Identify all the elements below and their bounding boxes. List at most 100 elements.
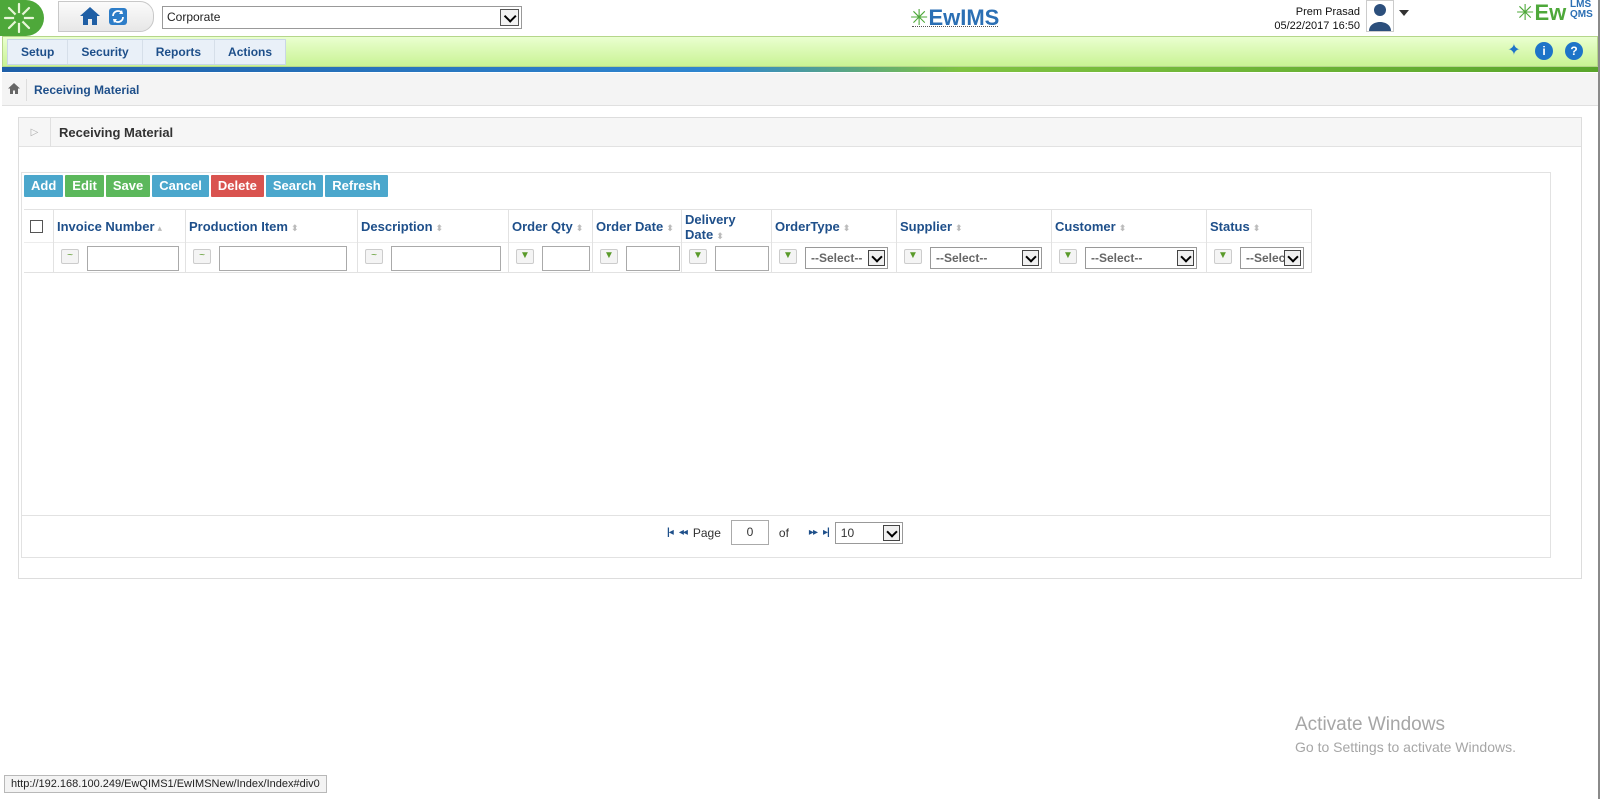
filter-funnel-icon[interactable]: ▼ <box>904 249 922 264</box>
column-header[interactable]: Customer ⬍ <box>1055 219 1126 236</box>
last-page-icon[interactable]: ▸| <box>823 527 830 538</box>
production-item-filter-input[interactable] <box>219 246 347 271</box>
filter-funnel-icon[interactable]: ▼ <box>689 249 707 264</box>
chevron-down-icon[interactable] <box>500 9 519 26</box>
order-qty-filter-input[interactable] <box>542 246 590 271</box>
chevron-down-icon[interactable] <box>1022 250 1039 266</box>
chevron-down-icon[interactable] <box>868 250 885 266</box>
first-page-icon[interactable]: |◂ <box>667 527 674 538</box>
filter-approx-icon[interactable]: ~ <box>193 249 211 264</box>
user-avatar-icon[interactable] <box>1366 0 1394 32</box>
filter-approx-icon[interactable]: ~ <box>365 249 383 264</box>
company-select-value: Corporate <box>167 10 221 24</box>
sort-icon[interactable]: ⬍ <box>1119 223 1127 233</box>
user-menu-caret-icon[interactable] <box>1399 10 1409 16</box>
column-invoice-number: Invoice Number ▴ ~ <box>54 210 186 272</box>
column-header[interactable]: Order Qty ⬍ <box>512 219 583 236</box>
order-date-filter-input[interactable] <box>626 246 680 271</box>
sort-icon[interactable]: ⬍ <box>291 223 299 233</box>
ordertype-filter-select[interactable]: --Select-- <box>805 247 888 269</box>
column-status: Status ⬍ ▼ --Select-- <box>1207 210 1312 272</box>
description-filter-input[interactable] <box>391 246 501 271</box>
select-value: --Select-- <box>936 251 988 265</box>
home-icon[interactable] <box>79 6 101 29</box>
color-divider <box>2 67 1598 72</box>
grid: Add Edit Save Cancel Delete Search Refre… <box>21 172 1551 558</box>
refresh-icon[interactable] <box>109 8 127 28</box>
column-order-date: Order Date ⬍ ▼ <box>593 210 682 272</box>
right-logo-small: LMS QMS <box>1570 0 1593 20</box>
column-header[interactable]: Description ⬍ <box>361 219 443 236</box>
menu-item-actions[interactable]: Actions <box>215 40 285 64</box>
column-header[interactable]: Status ⬍ <box>1210 219 1260 236</box>
sort-icon[interactable]: ⬍ <box>1253 223 1261 233</box>
status-filter-select[interactable]: --Select-- <box>1240 247 1304 269</box>
supplier-filter-select[interactable]: --Select-- <box>930 247 1042 269</box>
column-customer: Customer ⬍ ▼ --Select-- <box>1052 210 1207 272</box>
sort-icon[interactable]: ⬍ <box>843 223 851 233</box>
menu-item-security[interactable]: Security <box>68 40 143 64</box>
filter-funnel-icon[interactable]: ▼ <box>1214 249 1232 264</box>
refresh-button[interactable]: Refresh <box>325 175 388 197</box>
column-ordertype: OrderType ⬍ ▼ --Select-- <box>772 210 897 272</box>
ewqms-logo: ✳Ew LMS QMS <box>1516 0 1593 25</box>
column-header[interactable]: Invoice Number ▴ <box>57 219 162 236</box>
menu-item-setup[interactable]: Setup <box>8 40 69 64</box>
page-number-input[interactable]: 0 <box>730 520 769 545</box>
pin-icon[interactable]: ✦ <box>1505 42 1523 60</box>
quick-icons-tab <box>58 1 154 32</box>
column-header[interactable]: Delivery Date ⬍ <box>685 212 755 244</box>
column-description: Description ⬍ ~ <box>358 210 509 272</box>
page-size-select[interactable]: 10 <box>834 521 903 544</box>
next-page-icon[interactable]: ▸▸ <box>809 527 818 538</box>
column-label: Delivery Date <box>685 212 736 242</box>
page-size-value: 10 <box>840 525 855 540</box>
save-button[interactable]: Save <box>105 175 151 197</box>
filter-funnel-icon[interactable]: ▼ <box>516 249 534 264</box>
filter-funnel-icon[interactable]: ▼ <box>779 249 797 264</box>
info-icon[interactable]: i <box>1535 42 1553 60</box>
chevron-down-icon[interactable] <box>882 524 900 541</box>
breadcrumb-current[interactable]: Receiving Material <box>34 83 139 97</box>
pager-controls: |◂ ◂◂ Page 0 of ▸▸ ▸| 10 <box>667 520 903 545</box>
app-logo-icon[interactable] <box>0 0 44 36</box>
search-button[interactable]: Search <box>265 175 324 197</box>
prev-page-icon[interactable]: ◂◂ <box>679 527 688 538</box>
breadcrumb-home-icon[interactable] <box>8 83 20 97</box>
filter-approx-icon[interactable]: ~ <box>61 249 79 264</box>
filter-cell: ▼ --Select-- <box>897 242 1051 272</box>
column-header[interactable]: Order Date ⬍ <box>596 219 674 236</box>
sort-icon[interactable]: ▴ <box>158 223 163 233</box>
sort-icon[interactable]: ⬍ <box>666 223 674 233</box>
sort-icon[interactable]: ⬍ <box>576 223 584 233</box>
help-icon[interactable]: ? <box>1565 42 1583 60</box>
company-select[interactable]: Corporate <box>162 6 522 29</box>
page-label: Page <box>692 525 721 540</box>
menu-item-reports[interactable]: Reports <box>143 40 216 64</box>
panel-toggle-icon[interactable]: ▷ <box>19 118 51 147</box>
delete-button[interactable]: Delete <box>210 175 264 197</box>
column-header[interactable]: OrderType ⬍ <box>775 219 850 236</box>
sort-icon[interactable]: ⬍ <box>436 223 444 233</box>
invoice-number-filter-input[interactable] <box>87 246 179 271</box>
customer-filter-select[interactable]: --Select-- <box>1085 247 1197 269</box>
chevron-down-icon[interactable] <box>1177 250 1194 266</box>
filter-cell: ▼ <box>509 242 592 272</box>
edit-button[interactable]: Edit <box>65 175 104 197</box>
delivery-date-filter-input[interactable] <box>715 246 769 271</box>
sort-icon[interactable]: ⬍ <box>716 231 724 241</box>
filter-cell: ▼ --Select-- <box>1052 242 1206 272</box>
column-header[interactable]: Production Item ⬍ <box>189 219 299 236</box>
filter-funnel-icon[interactable]: ▼ <box>600 249 618 264</box>
filter-funnel-icon[interactable]: ▼ <box>1059 249 1077 264</box>
panel-header: ▷ Receiving Material <box>19 118 1581 147</box>
add-button[interactable]: Add <box>24 175 64 197</box>
select-all-checkbox[interactable] <box>30 220 43 233</box>
filter-cell: ▼ --Select-- <box>1207 242 1311 272</box>
column-label: Status <box>1210 219 1250 234</box>
filter-cell: ~ <box>54 242 185 272</box>
column-header[interactable]: Supplier ⬍ <box>900 219 963 236</box>
sort-icon[interactable]: ⬍ <box>955 223 963 233</box>
chevron-down-icon[interactable] <box>1284 250 1301 266</box>
cancel-button[interactable]: Cancel <box>152 175 209 197</box>
